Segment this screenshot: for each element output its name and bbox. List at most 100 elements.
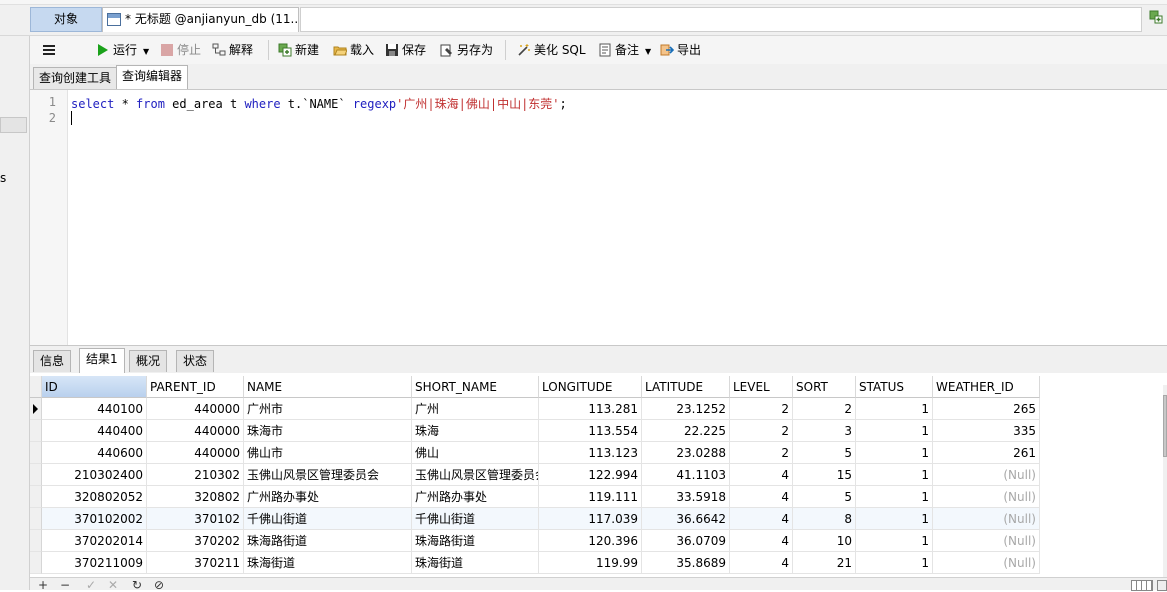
stop-button[interactable]: 停止 (160, 42, 201, 60)
cell-level[interactable]: 4 (730, 530, 793, 552)
memo-button[interactable]: 备注 ▼ (598, 42, 651, 60)
cell-id[interactable]: 440400 (42, 420, 147, 442)
cell-id[interactable]: 210302400 (42, 464, 147, 486)
row-indicator[interactable] (30, 398, 42, 420)
menu-button[interactable] (42, 42, 59, 60)
refresh-icon[interactable]: ↻ (132, 579, 142, 591)
cell-parent-id[interactable]: 370102 (147, 508, 244, 530)
save-as-button[interactable]: 另存为 (440, 42, 493, 60)
table-row[interactable]: 440100 440000 广州市 广州 113.281 23.1252 2 2 1 265 (30, 398, 1040, 420)
add-record-icon[interactable]: + (38, 579, 48, 591)
cell-level[interactable]: 4 (730, 508, 793, 530)
cell-id[interactable]: 320802052 (42, 486, 147, 508)
cell-latitude[interactable]: 35.8689 (642, 552, 730, 574)
row-indicator[interactable] (30, 464, 42, 486)
cell-status[interactable]: 1 (856, 420, 933, 442)
run-button[interactable]: 运行 ▼ (96, 42, 149, 60)
result-grid[interactable]: ID PARENT_ID NAME SHORT_NAME LONGITUDE LATITU… (30, 373, 1167, 577)
table-row[interactable]: 370102002 370102 千佛山街道 千佛山街道 117.039 36.6642 4… (30, 508, 1040, 530)
cell-status[interactable]: 1 (856, 442, 933, 464)
cell-longitude[interactable]: 113.123 (539, 442, 642, 464)
cell-sort[interactable]: 5 (793, 442, 856, 464)
cell-level[interactable]: 4 (730, 552, 793, 574)
cell-id[interactable]: 440600 (42, 442, 147, 464)
cell-name[interactable]: 珠海路街道 (244, 530, 412, 552)
column-header-longitude[interactable]: LONGITUDE (539, 376, 642, 398)
cell-level[interactable]: 2 (730, 398, 793, 420)
cell-latitude[interactable]: 23.0288 (642, 442, 730, 464)
cell-latitude[interactable]: 23.1252 (642, 398, 730, 420)
cell-sort[interactable]: 5 (793, 486, 856, 508)
cell-parent-id[interactable]: 440000 (147, 442, 244, 464)
cell-weather-id[interactable]: 261 (933, 442, 1040, 464)
cell-short-name[interactable]: 广州路办事处 (412, 486, 539, 508)
cell-name[interactable]: 广州路办事处 (244, 486, 412, 508)
column-header-status[interactable]: STATUS (856, 376, 933, 398)
beautify-sql-button[interactable]: 美化 SQL (517, 42, 586, 60)
table-row[interactable]: 210302400 210302 玉佛山风景区管理委员会 玉佛山风景区管理委员会 122… (30, 464, 1040, 486)
explain-button[interactable]: 解释 (212, 42, 253, 60)
left-panel-control[interactable] (0, 117, 27, 133)
tab-result-1[interactable]: 结果1 (79, 348, 125, 373)
column-header-level[interactable]: LEVEL (730, 376, 793, 398)
cell-name[interactable]: 珠海市 (244, 420, 412, 442)
cell-parent-id[interactable]: 210302 (147, 464, 244, 486)
form-view-icon[interactable] (1157, 580, 1167, 591)
cell-longitude[interactable]: 122.994 (539, 464, 642, 486)
cell-latitude[interactable]: 36.0709 (642, 530, 730, 552)
cell-short-name[interactable]: 千佛山街道 (412, 508, 539, 530)
column-header-id[interactable]: ID (42, 376, 147, 398)
cell-sort[interactable]: 3 (793, 420, 856, 442)
save-button[interactable]: 保存 (385, 42, 426, 60)
table-row[interactable]: 440400 440000 珠海市 珠海 113.554 22.225 2 3 1 335 (30, 420, 1040, 442)
tab-query-untitled[interactable]: * 无标题 @anjianyun_db (11... (102, 7, 299, 32)
row-indicator[interactable] (30, 552, 42, 574)
cell-short-name[interactable]: 玉佛山风景区管理委员会 (412, 464, 539, 486)
row-indicator[interactable] (30, 420, 42, 442)
apply-changes-icon[interactable]: ✓ (86, 579, 96, 591)
cell-weather-id[interactable]: (Null) (933, 464, 1040, 486)
cell-parent-id[interactable]: 370211 (147, 552, 244, 574)
table-row[interactable]: 370202014 370202 珠海路街道 珠海路街道 120.396 36.0709 4… (30, 530, 1040, 552)
column-header-weather-id[interactable]: WEATHER_ID (933, 376, 1040, 398)
cell-name[interactable]: 佛山市 (244, 442, 412, 464)
cell-level[interactable]: 2 (730, 442, 793, 464)
sql-editor[interactable]: 1 2 select * from ed_area t where t.`NAM… (30, 89, 1167, 346)
cell-longitude[interactable]: 120.396 (539, 530, 642, 552)
cell-sort[interactable]: 8 (793, 508, 856, 530)
cell-parent-id[interactable]: 440000 (147, 420, 244, 442)
column-header-short-name[interactable]: SHORT_NAME (412, 376, 539, 398)
cell-longitude[interactable]: 117.039 (539, 508, 642, 530)
cell-name[interactable]: 玉佛山风景区管理委员会 (244, 464, 412, 486)
cell-weather-id[interactable]: 265 (933, 398, 1040, 420)
table-row[interactable]: 370211009 370211 珠海街道 珠海街道 119.99 35.8689 4 21 1… (30, 552, 1040, 574)
column-header-sort[interactable]: SORT (793, 376, 856, 398)
cell-status[interactable]: 1 (856, 486, 933, 508)
cell-sort[interactable]: 2 (793, 398, 856, 420)
cell-short-name[interactable]: 佛山 (412, 442, 539, 464)
column-header-latitude[interactable]: LATITUDE (642, 376, 730, 398)
cell-id[interactable]: 440100 (42, 398, 147, 420)
cell-id[interactable]: 370102002 (42, 508, 147, 530)
sql-line-1[interactable]: select * from ed_area t where t.`NAME` r… (71, 95, 567, 112)
cell-latitude[interactable]: 22.225 (642, 420, 730, 442)
cell-longitude[interactable]: 113.281 (539, 398, 642, 420)
load-button[interactable]: 载入 (333, 42, 374, 60)
tab-objects[interactable]: 对象 (30, 7, 102, 32)
cell-status[interactable]: 1 (856, 464, 933, 486)
cell-id[interactable]: 370211009 (42, 552, 147, 574)
cell-parent-id[interactable]: 320802 (147, 486, 244, 508)
cell-parent-id[interactable]: 440000 (147, 398, 244, 420)
cell-status[interactable]: 1 (856, 508, 933, 530)
table-row[interactable]: 320802052 320802 广州路办事处 广州路办事处 119.111 33.591… (30, 486, 1040, 508)
cell-status[interactable]: 1 (856, 530, 933, 552)
cell-sort[interactable]: 21 (793, 552, 856, 574)
tab-profile[interactable]: 概况 (129, 350, 168, 372)
column-header-parent-id[interactable]: PARENT_ID (147, 376, 244, 398)
cell-name[interactable]: 千佛山街道 (244, 508, 412, 530)
cell-longitude[interactable]: 119.99 (539, 552, 642, 574)
chevron-down-icon[interactable]: ▼ (143, 47, 149, 56)
tab-query-builder[interactable]: 查询创建工具 (33, 67, 118, 89)
tab-status[interactable]: 状态 (176, 350, 215, 372)
cell-longitude[interactable]: 119.111 (539, 486, 642, 508)
